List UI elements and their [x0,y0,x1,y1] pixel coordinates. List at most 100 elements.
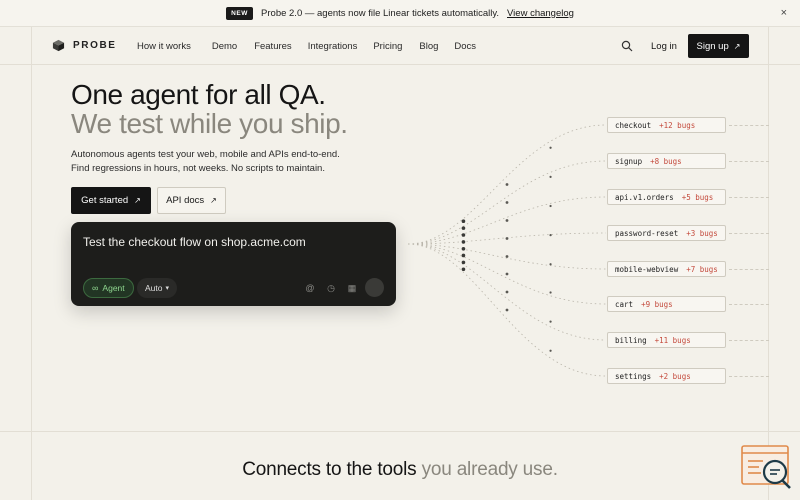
brand-name: PROBE [73,40,117,51]
frame-line-right [768,27,769,500]
finding-bug-count: +8 bugs [650,156,682,166]
api-docs-label: API docs [166,195,205,206]
nav-links: How it works Demo Features Integrations … [137,41,476,52]
connection-dot [505,183,509,186]
finding-connector [729,125,769,126]
nav-link-features[interactable]: Features [254,41,292,52]
connection-dot [549,320,552,323]
model-select[interactable]: Auto ▾ [137,278,178,298]
finding-name: api.v1.orders [615,192,674,202]
announcement-text: Probe 2.0 — agents now file Linear ticke… [261,7,500,19]
integrations-heading: Connects to the tools you already use. [0,459,800,481]
arrow-up-right-icon: ↗ [134,196,141,205]
finding-bug-count: +12 bugs [659,120,696,130]
nav-link-blog[interactable]: Blog [419,41,438,52]
nav-link-pricing[interactable]: Pricing [373,41,402,52]
model-label: Auto [145,283,163,293]
announcement-bar: NEW Probe 2.0 — agents now file Linear t… [0,0,800,27]
finding-item-billing[interactable]: billing +11 bugs [607,332,726,348]
connection-dot [461,267,466,272]
signup-label: Sign up [696,40,729,52]
connection-fan [407,124,607,377]
connection-dot [505,201,509,204]
integrations-heading-main: Connects to the tools [242,459,417,480]
clock-icon[interactable]: ◷ [326,283,336,293]
mention-icon[interactable]: @ [305,283,315,293]
connection-dot [461,240,466,244]
new-badge: NEW [226,6,254,20]
connection-dot [505,237,509,240]
changelog-link[interactable]: View changelog [507,8,574,19]
finding-connector [729,233,769,234]
finding-connector [729,197,769,198]
finding-item-settings[interactable]: settings +2 bugs [607,368,726,384]
login-link[interactable]: Log in [651,41,677,52]
cube-icon [52,39,65,52]
chevron-down-icon: ▾ [165,285,170,292]
section-divider [0,431,800,432]
chat-widget-icon[interactable] [741,445,793,491]
connection-dot [549,175,552,178]
agent-label: Agent [102,283,125,293]
finding-connector [729,340,769,341]
finding-bug-count: +7 bugs [686,264,718,274]
hero-description-line-2: Find regressions in hours, not weeks. No… [71,162,325,174]
prompt-card[interactable]: Test the checkout flow on shop.acme.com … [71,222,396,306]
finding-item-signup[interactable]: signup +8 bugs [607,153,726,169]
agent-mode-pill[interactable]: ∞ Agent [83,278,134,298]
finding-connector [729,161,769,162]
send-button[interactable] [365,278,384,297]
connection-dot [505,219,509,222]
finding-name: password-reset [615,228,679,238]
brand-logo[interactable]: PROBE [52,39,117,52]
connection-dot [461,219,466,224]
infinity-icon: ∞ [92,283,99,293]
api-docs-button[interactable]: API docs ↗ [157,187,226,214]
connection-dot [549,146,552,149]
connection-dot [505,272,509,276]
connection-dot [549,263,552,266]
connection-dot [549,204,552,208]
integrations-heading-muted: you already use. [421,459,558,480]
connection-dot [505,255,509,258]
connection-dot [505,308,509,312]
connection-dot [461,226,466,230]
nav-link-docs[interactable]: Docs [454,41,476,52]
top-nav: PROBE How it works Demo Features Integra… [0,27,800,65]
finding-item-mobile-webview[interactable]: mobile-webview +7 bugs [607,261,726,277]
hero-subtitle: We test while you ship. [71,108,348,139]
signup-button[interactable]: Sign up ↗ [688,34,749,58]
finding-item-checkout[interactable]: checkout +12 bugs [607,117,726,133]
finding-name: cart [615,299,634,309]
finding-item-cart[interactable]: cart +9 bugs [607,296,726,312]
nav-link-how-it-works[interactable]: How it works [137,41,191,52]
search-icon[interactable] [621,40,633,52]
frame-line-left [31,27,32,500]
nav-link-demo[interactable]: Demo [212,41,237,52]
arrow-up-right-icon: ↗ [733,41,741,51]
hero-title: One agent for all QA. [71,79,326,110]
arrow-up-right-icon: ↗ [210,196,217,205]
finding-connector [729,376,769,377]
hero-description-line-1: Autonomous agents test your web, mobile … [71,149,340,160]
connection-dot [549,291,552,294]
finding-bug-count: +3 bugs [686,228,718,238]
finding-connector [729,269,769,270]
get-started-button[interactable]: Get started ↗ [71,187,151,214]
connection-dot [461,233,466,237]
finding-name: checkout [615,120,652,130]
grid-icon[interactable]: ▦ [347,283,357,293]
finding-connector [729,304,769,305]
finding-bug-count: +5 bugs [681,192,714,202]
finding-item-api-v1-orders[interactable]: api.v1.orders +5 bugs [607,189,726,205]
nav-link-integrations[interactable]: Integrations [308,41,358,52]
finding-item-password-reset[interactable]: password-reset +3 bugs [607,225,726,241]
connection-dot [461,246,466,251]
finding-bug-count: +2 bugs [659,371,691,381]
prompt-input[interactable]: Test the checkout flow on shop.acme.com [83,235,306,249]
connection-dot [549,234,552,237]
connection-dot [549,349,552,352]
close-icon[interactable]: × [781,7,787,19]
connection-dot [461,260,466,265]
connection-dot [505,290,509,294]
